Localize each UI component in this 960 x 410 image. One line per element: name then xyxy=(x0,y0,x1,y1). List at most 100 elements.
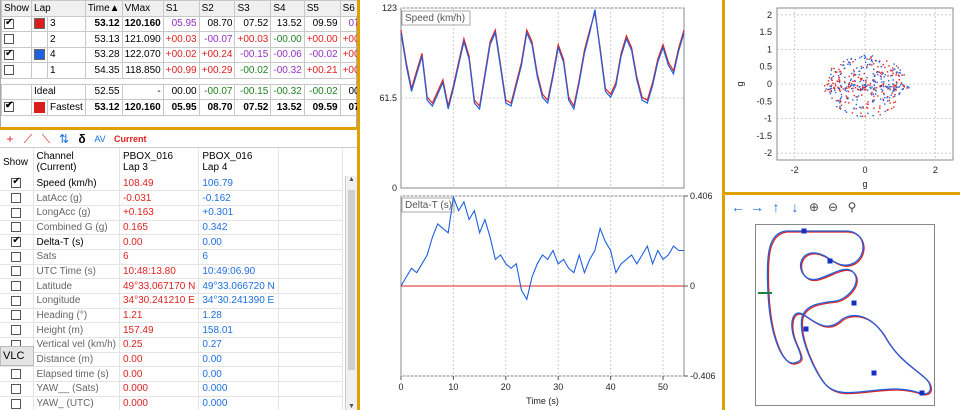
vertical-scrollbar[interactable]: ▲ ▼ xyxy=(345,176,357,410)
lap-row[interactable]: 453.28122.070+00.02+00.24-00.15-00.06-00… xyxy=(0,46,377,63)
col-header-s3[interactable]: S3 xyxy=(234,0,272,17)
arrow-right-icon[interactable]: → xyxy=(749,199,765,215)
channel-row[interactable]: Elapsed time (s) 0.00 0.00 xyxy=(0,366,344,383)
vlc-badge[interactable]: VLC xyxy=(0,346,34,366)
channel-name: Combined G (g) xyxy=(33,220,120,236)
current-mode-label[interactable]: Current xyxy=(114,134,147,144)
delta-icon[interactable]: δ xyxy=(74,131,90,147)
gg-point xyxy=(854,58,856,61)
channel-show-checkbox[interactable] xyxy=(11,176,22,188)
rise-icon[interactable]: ⟋ xyxy=(20,131,36,147)
gg-point xyxy=(859,89,862,92)
fastest-row[interactable]: Fastest 53.12 120.160 05.95 08.70 07.52 … xyxy=(0,99,377,116)
channel-show-checkbox[interactable] xyxy=(11,251,22,262)
col-header-show[interactable]: Show xyxy=(0,0,33,17)
col-header-lap[interactable]: Lap xyxy=(31,0,86,17)
channel-row[interactable]: Vertical vel (km/h) 0.25 0.27 xyxy=(0,337,344,353)
col-header-lap3[interactable]: PBOX_016 Lap 3 xyxy=(119,148,200,176)
channel-row[interactable]: Longitude 34°30.241210 E 34°30.241390 E xyxy=(0,293,344,309)
col-header-show[interactable]: Show xyxy=(0,148,34,176)
channel-row[interactable]: LatAcc (g) -0.031 -0.162 xyxy=(0,190,344,206)
lap-show-checkbox[interactable] xyxy=(4,17,14,29)
col-header-vmax[interactable]: VMax xyxy=(121,0,164,17)
map-toolbar: ← → ↑ ↓ ⊕ ⊖ ⚲ xyxy=(726,196,960,218)
channel-show-checkbox[interactable] xyxy=(11,310,22,321)
gg-point xyxy=(832,75,835,77)
channel-row[interactable]: Height (m) 157.49 158.01 xyxy=(0,322,344,339)
channel-row[interactable]: UTC Time (s) 10:48:13.80 10:49:06.90 xyxy=(0,264,344,280)
gg-point xyxy=(882,99,885,102)
gg-point xyxy=(859,80,861,83)
gg-point xyxy=(843,81,846,83)
crosshair-icon[interactable]: + xyxy=(2,131,18,147)
lap-row[interactable]: 353.12120.16005.9508.7007.5213.5209.5907… xyxy=(0,15,377,32)
lap-color-swatch[interactable] xyxy=(34,65,45,76)
channel-show-checkbox[interactable] xyxy=(11,398,22,409)
panel-divider-right[interactable] xyxy=(722,192,960,195)
lap-show-checkbox[interactable] xyxy=(4,34,14,45)
channel-show-checkbox[interactable] xyxy=(11,222,22,233)
channel-show-checkbox[interactable] xyxy=(11,295,22,306)
average-icon[interactable]: AV xyxy=(92,131,108,147)
col-header-lap4[interactable]: PBOX_016 Lap 4 xyxy=(198,148,279,176)
channel-show-checkbox[interactable] xyxy=(11,383,22,394)
gg-point xyxy=(856,96,858,98)
gg-point xyxy=(840,64,842,66)
gg-point xyxy=(831,84,833,86)
fastest-show-checkbox[interactable] xyxy=(4,100,14,113)
channel-row[interactable]: LongAcc (g) +0.163 +0.301 xyxy=(0,205,344,221)
channel-show-checkbox[interactable] xyxy=(11,235,22,247)
col-header-s5[interactable]: S5 xyxy=(303,0,341,17)
channel-show-checkbox[interactable] xyxy=(11,207,22,218)
gg-point xyxy=(840,104,843,106)
gg-point xyxy=(871,64,873,66)
channel-show-checkbox[interactable] xyxy=(11,369,22,380)
gg-point xyxy=(840,93,843,96)
sort-icon[interactable]: ⇅ xyxy=(56,131,72,147)
arrow-up-icon[interactable]: ↑ xyxy=(768,199,784,215)
gg-point xyxy=(873,99,875,101)
zoom-in-icon[interactable]: ⊕ xyxy=(806,199,822,215)
col-header-time[interactable]: Time▲ xyxy=(84,0,123,17)
gg-point xyxy=(837,86,839,88)
channel-show-checkbox[interactable] xyxy=(11,325,22,336)
gg-point xyxy=(893,84,895,86)
lap-color-swatch[interactable] xyxy=(34,18,46,30)
channel-row[interactable]: Heading (°) 1.21 1.28 xyxy=(0,308,344,324)
lap-show-checkbox[interactable] xyxy=(4,48,14,60)
channel-row[interactable]: YAW_ (UTC) 0.000 0.000 xyxy=(0,396,344,410)
lap-color-swatch[interactable] xyxy=(34,49,46,61)
lap-row[interactable]: 2 53.13 121.090 +00.03 -00.07 +00.03 -00.00 +00… xyxy=(0,31,377,48)
zoom-fit-icon[interactable]: ⚲ xyxy=(844,199,860,215)
channel-row[interactable]: Distance (m) 0.00 0.00 xyxy=(0,352,344,368)
zoom-out-icon[interactable]: ⊖ xyxy=(825,199,841,215)
channel-name: Distance (m) xyxy=(33,352,120,368)
scroll-up-icon[interactable]: ▲ xyxy=(346,176,357,183)
lap-show-checkbox[interactable] xyxy=(4,65,14,76)
channel-row[interactable]: Delta-T (s)0.000.00 xyxy=(0,234,344,250)
channel-row[interactable]: Latitude 49°33.067170 N 49°33.066720 N xyxy=(0,278,344,294)
gg-point xyxy=(840,97,842,100)
channel-row[interactable]: Speed (km/h)108.49106.79 xyxy=(0,176,344,192)
scroll-thumb[interactable] xyxy=(348,190,355,370)
lap-color-swatch[interactable] xyxy=(34,34,45,45)
track-map[interactable] xyxy=(755,224,935,406)
channel-show-checkbox[interactable] xyxy=(11,281,22,292)
channel-show-checkbox[interactable] xyxy=(11,192,22,203)
scroll-down-icon[interactable]: ▼ xyxy=(346,403,357,410)
ideal-s5: -00.02 xyxy=(303,83,341,100)
channel-row[interactable]: Sats 6 6 xyxy=(0,249,344,265)
col-header-s4[interactable]: S4 xyxy=(270,0,305,17)
time-charts[interactable]: 123 61.5 0 Speed (km/h) -0.406 0 0.406 Delta-T … xyxy=(360,0,722,410)
channel-show-checkbox[interactable] xyxy=(11,266,22,277)
arrow-down-icon[interactable]: ↓ xyxy=(787,199,803,215)
channel-row[interactable]: YAW__ (Sats) 0.000 0.000 xyxy=(0,381,344,397)
arrow-left-icon[interactable]: ← xyxy=(730,199,746,215)
lap-row[interactable]: 1 54.35 118.850 +00.99 +00.29 -00.02 -00.32 +00… xyxy=(0,62,377,79)
col-header-s1[interactable]: S1 xyxy=(162,0,200,17)
fall-icon[interactable]: ⟍ xyxy=(38,131,54,147)
col-header-s2[interactable]: S2 xyxy=(198,0,236,17)
channel-row[interactable]: Combined G (g) 0.165 0.342 xyxy=(0,220,344,236)
col-header-channel[interactable]: Channel (Current) xyxy=(33,148,120,176)
gg-scatter-chart[interactable]: 2 1.5 1 0.5 0 -0.5 -1 -1.5 -2 -2 0 2 g g xyxy=(725,0,960,192)
